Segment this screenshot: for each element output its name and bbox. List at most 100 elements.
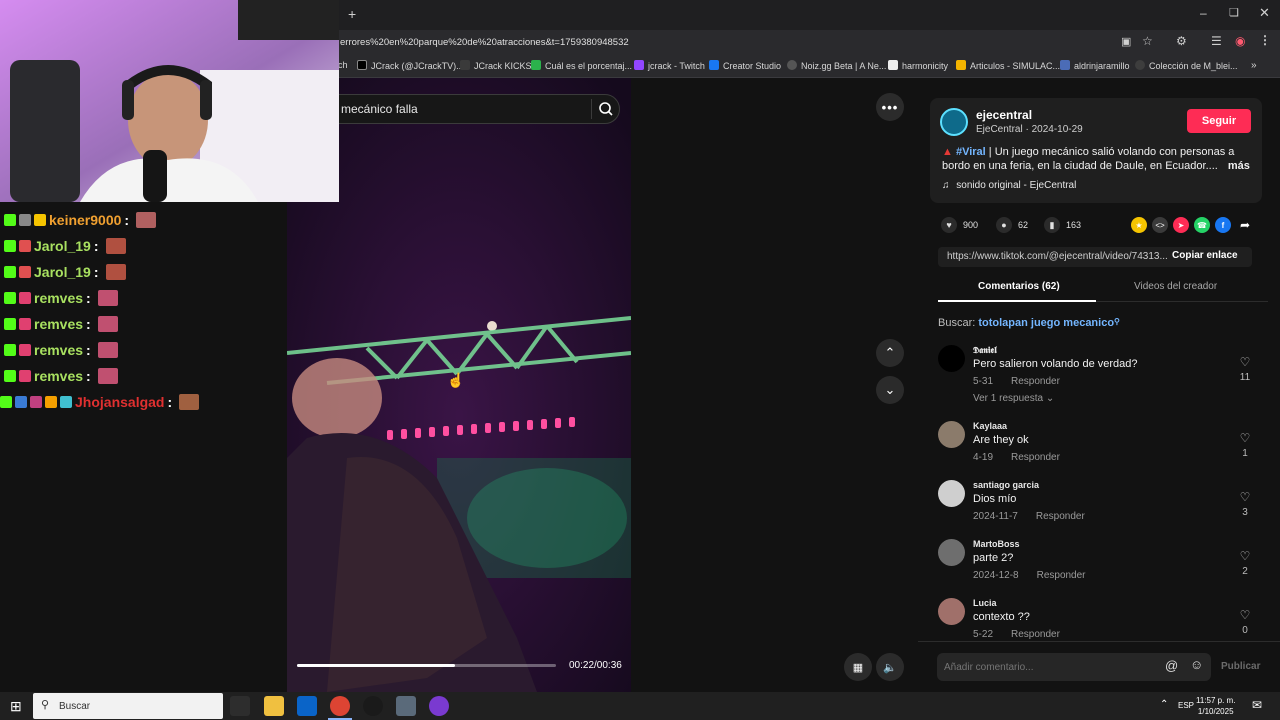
more-options-button[interactable]: ••• [876,93,904,121]
bookmark-item[interactable]: JCrack (@JCrackTV)... [357,60,464,71]
task-view-icon[interactable] [230,696,250,716]
chat-username[interactable]: Jarol_19 [34,238,91,254]
picture-in-picture-button[interactable]: ▦ [844,653,872,681]
bookmark-item[interactable]: harmonicity [888,60,948,71]
creator-avatar[interactable] [940,108,968,136]
language-indicator[interactable]: ESP [1178,701,1194,710]
search-input[interactable]: mecánico falla [341,102,418,116]
install-app-icon[interactable]: ▣ [1121,35,1131,48]
bookmark-item[interactable]: Creator Studio [709,60,781,71]
embed-icon[interactable]: <> [1152,217,1168,233]
coin-share-icon[interactable]: ★ [1131,217,1147,233]
copy-link-button[interactable]: Copiar enlace [1172,250,1238,261]
commenter-name[interactable]: 𝕯𝖆𝖓𝖎𝖊𝖑 [973,345,997,356]
chat-username[interactable]: keiner9000 [49,212,121,228]
chat-username[interactable]: Jhojansalgad [75,394,164,410]
streaming-app-icon[interactable] [429,696,449,716]
whatsapp-icon[interactable]: ☎ [1194,217,1210,233]
bookmark-item[interactable]: Articulos - SIMULAC... [956,60,1060,71]
follow-button[interactable]: Seguir [1187,109,1251,133]
url-text[interactable]: errores%20en%20parque%20de%20atracciones… [340,37,629,48]
new-tab-button[interactable]: + [348,6,356,22]
emoji-icon[interactable]: ☺ [1190,657,1203,672]
chat-separator: : [167,394,173,410]
reply-button[interactable]: Responder [1011,629,1060,640]
search-icon[interactable] [591,99,613,119]
bookmark-star-icon[interactable]: ☆ [1142,34,1153,48]
comment-heart-icon[interactable]: ♡ [1238,355,1252,369]
bookmark-item[interactable]: jcrack - Twitch [634,60,705,71]
save-stat[interactable]: ▮ 163 [1044,217,1081,233]
bookmark-item[interactable]: Cuál es el porcentaj... [531,60,632,71]
commenter-name[interactable]: Lucia [973,598,997,608]
share-arrow-icon[interactable]: ➦ [1237,217,1253,233]
search-bar[interactable]: mecánico falla [338,94,620,124]
close-icon[interactable]: ✕ [1259,5,1270,21]
view-replies-button[interactable]: Ver 1 respuesta ⌄ [973,393,1054,404]
commenter-avatar[interactable] [938,421,965,448]
windows-start-icon[interactable]: ⊞ [10,698,22,715]
next-video-button[interactable]: ⌄ [876,376,904,404]
facebook-share-icon[interactable]: f [1215,217,1231,233]
obs-icon[interactable] [363,696,383,716]
reply-button[interactable]: Responder [1036,511,1085,522]
outlook-icon[interactable] [297,696,317,716]
active-tab-indicator [938,300,1096,302]
comment-heart-icon[interactable]: ♡ [1238,490,1252,504]
commenter-avatar[interactable] [938,539,965,566]
video-progress-bar[interactable] [297,664,556,667]
caption-more-link[interactable]: más [1228,160,1250,172]
tab-comments[interactable]: Comentarios (62) [978,281,1060,292]
bookmark-item[interactable]: ch [338,60,348,70]
sound-link[interactable]: ♫ sonido original - EjeCentral [942,180,1076,191]
system-clock[interactable]: 11:57 p. m. 1/10/2025 [1196,695,1235,717]
profile-icon[interactable]: ◉ [1235,34,1245,48]
bookmark-item[interactable]: JCrack KICKS [460,60,532,71]
previous-video-button[interactable]: ⌃ [876,339,904,367]
emote-icon [97,368,118,384]
creator-name[interactable]: ejecentral [976,108,1032,122]
menu-kebab-icon[interactable]: ⋮ [1259,33,1271,47]
commenter-name[interactable]: santiago garcia [973,480,1039,490]
reply-button[interactable]: Responder [1011,376,1060,387]
send-icon[interactable]: ➤ [1173,217,1189,233]
hashtag-link[interactable]: #Viral [956,146,986,158]
chat-username[interactable]: remves [34,342,83,358]
chat-username[interactable]: Jarol_19 [34,264,91,280]
publish-button[interactable]: Publicar [1221,661,1260,672]
chat-username[interactable]: remves [34,316,83,332]
bookmark-item[interactable]: Colección de M_blei... [1135,60,1238,71]
commenter-avatar[interactable] [938,598,965,625]
tab-creator-videos[interactable]: Videos del creador [1134,281,1217,292]
media-control-icon[interactable]: ☰ [1211,34,1222,48]
restore-icon[interactable]: ❏ [1229,6,1239,19]
commenter-name[interactable]: MartoBoss [973,539,1020,549]
commenter-name[interactable]: Kaylaaa [973,421,1007,431]
minimize-icon[interactable]: – [1200,6,1207,20]
app-icon[interactable] [396,696,416,716]
mention-icon[interactable]: @ [1165,658,1178,673]
reply-button[interactable]: Responder [1037,570,1086,581]
bookmark-item[interactable]: Noiz.gg Beta | A Ne... [787,60,886,71]
commenter-avatar[interactable] [938,480,965,507]
chrome-icon[interactable] [330,696,350,716]
volume-button[interactable]: 🔈 [876,653,904,681]
video-link-text[interactable]: https://www.tiktok.com/@ejecentral/video… [947,251,1168,262]
comment-stat[interactable]: ● 62 [996,217,1028,233]
chat-username[interactable]: remves [34,368,83,384]
taskbar-search[interactable]: ⚲ Buscar [33,693,223,719]
notification-icon[interactable]: ✉ [1252,698,1262,712]
search-suggestion[interactable]: Buscar: totolapan juego mecanico⚲ [938,317,1120,329]
extensions-icon[interactable]: ⚙ [1176,34,1187,48]
more-bookmarks-icon[interactable]: » [1251,60,1257,71]
chevron-up-icon[interactable]: ⌃ [1160,699,1168,710]
like-stat[interactable]: ♥ 900 [941,217,978,233]
file-explorer-icon[interactable] [264,696,284,716]
comment-heart-icon[interactable]: ♡ [1238,431,1252,445]
comment-heart-icon[interactable]: ♡ [1238,549,1252,563]
bookmark-item[interactable]: aldrinjaramillo [1060,60,1130,71]
comment-heart-icon[interactable]: ♡ [1238,608,1252,622]
commenter-avatar[interactable] [938,345,965,372]
chat-username[interactable]: remves [34,290,83,306]
reply-button[interactable]: Responder [1011,452,1060,463]
